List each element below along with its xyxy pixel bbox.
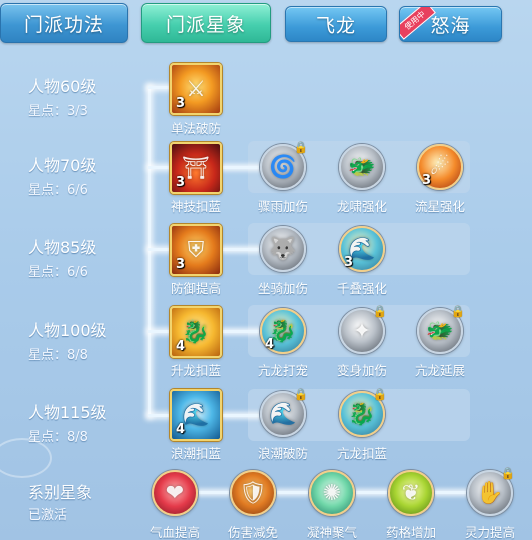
skill-caption: 变身加伤	[336, 363, 387, 378]
skill-caption: 千叠强化	[336, 281, 387, 296]
skill-caption: 伤害减免	[227, 525, 278, 540]
tier-name: 人物85级	[28, 238, 97, 257]
skill-level: 3	[176, 96, 186, 111]
skill-caption: 亢龙扣蓝	[336, 446, 387, 461]
mount-wolf-icon: 🐺	[269, 236, 297, 262]
skill-caption: 坐骑加伤	[257, 281, 308, 296]
dragon-roar-icon: 🐲	[348, 154, 376, 180]
tier-name: 人物100级	[28, 321, 107, 340]
connector-line	[222, 248, 262, 251]
connector-line	[222, 330, 262, 333]
tier-stars: 星点：6/6	[28, 183, 88, 198]
skill-meteor[interactable]: ☄ 3	[417, 144, 463, 190]
heart-icon: ❤	[165, 480, 185, 506]
herb-icon: ❦	[401, 480, 421, 506]
skill-level: 3	[176, 175, 186, 190]
tier-70: 人物70级 星点：6/6	[28, 155, 158, 201]
tree-trunk-line	[148, 86, 151, 417]
skill-rain-damage[interactable]: 🌀 🔒	[260, 141, 308, 190]
skill-caption: 骤雨加伤	[257, 199, 308, 214]
body-guard-icon: 🛡	[239, 480, 267, 506]
tier-115: 人物115级 星点：8/8	[28, 402, 158, 448]
skill-caption: 灵力提高	[464, 525, 515, 540]
skill-caption: 浪潮破防	[257, 446, 308, 461]
skill-divine-mana[interactable]: ⛩ 3	[170, 142, 222, 194]
meditate-icon: ✺	[322, 480, 342, 506]
skill-transform-damage[interactable]: ✦ 🔒	[339, 305, 387, 354]
series-status: 已激活	[28, 508, 68, 523]
skill-caption: 升龙扣蓝	[170, 363, 221, 378]
tab-bar: 门派功法 门派星象 飞龙 使用中 怒海	[0, 0, 532, 48]
cloud-decoration	[0, 438, 52, 478]
series-hp-up[interactable]: ❤	[152, 470, 198, 516]
series-spirit-up[interactable]: ✋ 🔒	[467, 467, 515, 516]
tab-label: 怒海	[430, 14, 471, 37]
tier-stars: 星点：3/3	[28, 104, 88, 119]
tier-name: 人物70级	[28, 156, 97, 175]
skill-level: 3	[176, 257, 186, 272]
skill-dragon-roar[interactable]: 🐲	[339, 144, 385, 190]
connector-line	[222, 414, 262, 417]
tier-stars: 星点：8/8	[28, 430, 88, 445]
series-focus[interactable]: ✺	[309, 470, 355, 516]
skill-caption: 龙啸强化	[336, 199, 387, 214]
skill-dragon-extend[interactable]: 🐲 🔒	[417, 305, 465, 354]
skill-mount-damage[interactable]: 🐺	[260, 226, 306, 272]
lock-icon: 🔒	[373, 388, 387, 401]
skill-caption: 单法破防	[170, 121, 221, 136]
skill-tide-break[interactable]: 🌊 🔒	[260, 388, 308, 437]
skill-rising-dragon[interactable]: 🐉 4	[170, 306, 222, 358]
series-damage-reduction[interactable]: 🛡	[230, 470, 276, 516]
lock-icon: 🔒	[294, 388, 308, 401]
series-herb-slots[interactable]: ❦	[388, 470, 434, 516]
tier-85: 人物85级 星点：6/6	[28, 237, 158, 283]
lock-icon: 🔒	[373, 305, 387, 318]
lock-icon: 🔒	[451, 305, 465, 318]
series-title: 系别星象	[28, 483, 93, 502]
series-label: 系别星象 已激活	[28, 482, 158, 526]
skill-caption: 气血提高	[149, 525, 200, 540]
skill-defense-up[interactable]: ⛨ 3	[170, 224, 222, 276]
skill-caption: 防御提高	[170, 281, 221, 296]
tab-label: 门派功法	[23, 13, 104, 36]
tier-name: 人物60级	[28, 77, 97, 96]
skill-level: 3	[344, 255, 354, 270]
skill-caption: 浪潮扣蓝	[170, 446, 221, 461]
tier-name: 人物115级	[28, 403, 107, 422]
tab-sect-skills[interactable]: 门派功法	[0, 3, 128, 43]
skill-tide-mana[interactable]: 🌊 4	[170, 389, 222, 441]
skill-single-break[interactable]: ⚔ 3	[170, 63, 222, 115]
connector-line	[222, 166, 262, 169]
tab-feilong[interactable]: 飞龙	[285, 6, 387, 42]
skill-caption: 神技扣蓝	[170, 199, 221, 214]
tier-100: 人物100级 星点：8/8	[28, 320, 158, 366]
skill-caption: 药格增加	[385, 525, 436, 540]
tab-sect-stars[interactable]: 门派星象	[141, 3, 271, 43]
skill-caption: 流星强化	[414, 199, 465, 214]
tier-60: 人物60级 星点：3/3	[28, 76, 158, 122]
skill-caption: 凝神聚气	[306, 525, 357, 540]
skill-level: 4	[176, 339, 186, 354]
skill-level: 3	[422, 173, 432, 188]
skill-level: 4	[265, 337, 275, 352]
skill-caption: 亢龙打宠	[257, 363, 308, 378]
skill-dragon-mana[interactable]: 🐉 🔒	[339, 388, 387, 437]
tab-nuhai[interactable]: 使用中 怒海	[399, 6, 502, 42]
skill-dragon-strike-pet[interactable]: 🐉 4	[260, 308, 306, 354]
tab-label: 飞龙	[315, 14, 356, 37]
skill-level: 4	[176, 422, 186, 437]
tier-stars: 星点：6/6	[28, 265, 88, 280]
tab-label: 门派星象	[165, 13, 246, 36]
tier-stars: 星点：8/8	[28, 348, 88, 363]
skill-thousand-fold[interactable]: 🌊 3	[339, 226, 385, 272]
lock-icon: 🔒	[501, 467, 515, 480]
lock-icon: 🔒	[294, 141, 308, 154]
skill-caption: 亢龙延展	[414, 363, 465, 378]
